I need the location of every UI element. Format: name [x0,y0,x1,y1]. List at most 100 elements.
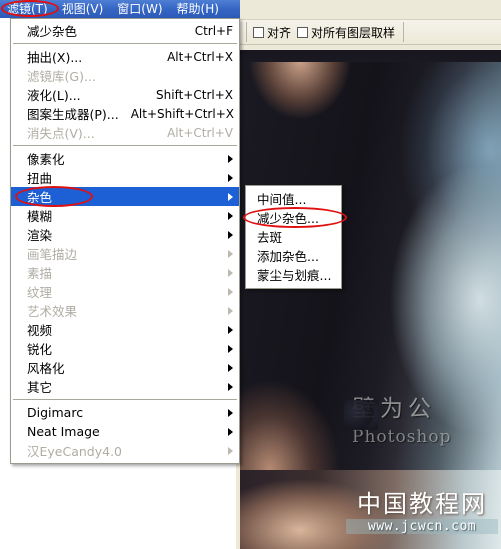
submenu-item-label: 蒙尘与划痕... [257,268,332,283]
submenu-arrow-icon [228,344,233,353]
menu-item-label: 液化(L)... [27,88,81,103]
menu-item-label: 渲染 [27,228,53,243]
menu-item-label: 锐化 [27,342,53,357]
submenu-item-label: 中间值... [257,192,307,207]
menu-item-label: 像素化 [27,152,65,167]
menubar-filter[interactable]: 滤镜(T) [0,0,55,18]
menu-item-label: 纹理 [27,285,53,300]
menu-item: 纹理 [11,282,239,301]
menu-item-shortcut: Alt+Ctrl+V [167,125,233,140]
menu-item[interactable]: 杂色 [11,187,239,206]
menu-item-label: 杂色 [27,190,53,205]
menu-item[interactable]: 模糊 [11,206,239,225]
submenu-arrow-icon [228,408,233,417]
menu-item-label: Neat Image [27,424,100,439]
menu-item: 滤镜库(G)... [11,66,239,85]
submenu-item[interactable]: 添加杂色... [246,246,341,265]
menu-item-label: 抽出(X)... [27,50,83,65]
submenu-arrow-icon [228,211,233,220]
sample-all-layers-label: 对所有图层取样 [311,25,396,40]
filter-dropdown-menu[interactable]: 减少杂色 Ctrl+F 抽出(X)... Alt+Ctrl+X 滤镜库(G)... 液化(… [10,18,240,464]
submenu-arrow-icon [228,363,233,372]
menu-item-label: 图案生成器(P)... [27,107,119,122]
menu-bar: 滤镜(T) 视图(V) 窗口(W) 帮助(H) [0,0,240,18]
menu-item[interactable]: 其它 [11,377,239,396]
submenu-arrow-icon [228,249,233,258]
menu-separator [13,43,237,44]
menu-item[interactable]: 风格化 [11,358,239,377]
menu-item[interactable]: Neat Image [11,422,239,441]
menu-item[interactable]: 视频 [11,320,239,339]
menu-item[interactable]: Digimarc [11,403,239,422]
menu-item[interactable]: 抽出(X)... Alt+Ctrl+X [11,47,239,66]
submenu-item[interactable]: 去斑 [246,227,341,246]
menu-item[interactable]: 扭曲 [11,168,239,187]
submenu-arrow-icon [228,325,233,334]
menu-item-label: 汉EyeCandy4.0 [27,444,123,459]
checkbox-icon[interactable] [297,26,309,38]
menu-item-label: Digimarc [27,405,84,420]
menubar-item-label: 滤镜(T) [7,2,48,16]
menu-item-label: 减少杂色 [27,24,78,39]
menu-item: 汉EyeCandy4.0 [11,441,239,460]
checkbox-icon[interactable] [253,26,264,38]
submenu-arrow-icon [228,230,233,239]
submenu-item[interactable]: 减少杂色... [246,208,341,227]
menubar-view[interactable]: 视图(V) [55,0,111,18]
submenu-item-label: 添加杂色... [257,249,319,264]
menu-item-shortcut: Alt+Ctrl+X [167,49,233,64]
menu-item-label: 视频 [27,323,53,338]
noise-submenu[interactable]: 中间值... 减少杂色... 去斑添加杂色... 蒙尘与划痕... [245,185,342,289]
submenu-arrow-icon [228,268,233,277]
menu-item-label: 素描 [27,266,53,281]
menu-separator [13,145,237,146]
menubar-window[interactable]: 窗口(W) [110,0,169,18]
align-checkbox[interactable]: 对齐 [253,24,291,41]
menu-item-label: 扭曲 [27,171,53,186]
menu-item: 消失点(V)... Alt+Ctrl+V [11,123,239,142]
submenu-item[interactable]: 中间值... [246,189,341,208]
photoshop-window: 壁为公 Photoshop 中国教程网 www.jcwcn.com 对齐 对所有… [0,0,501,549]
submenu-arrow-icon [228,306,233,315]
submenu-arrow-icon [228,154,233,163]
submenu-arrow-icon [228,427,233,436]
menu-item[interactable]: 渲染 [11,225,239,244]
menu-item: 素描 [11,263,239,282]
photo-bottom-region [240,470,501,549]
menu-item-shortcut: Shift+Ctrl+X [156,87,233,102]
sample-all-layers-checkbox[interactable]: 对所有图层取样 [297,24,395,41]
menu-item-shortcut: Alt+Shift+Ctrl+X [130,106,234,121]
menu-separator [13,399,237,400]
submenu-arrow-icon [228,446,233,455]
submenu-item-label: 减少杂色... [257,211,319,226]
menu-item: 艺术效果 [11,301,239,320]
menu-item-label: 滤镜库(G)... [27,69,96,84]
menu-item-label: 画笔描边 [27,247,78,262]
submenu-arrow-icon [228,192,233,201]
menubar-item-label: 视图(V) [61,2,104,16]
options-toolbar-row: 对齐 对所有图层取样 [240,19,501,45]
menubar-item-label: 窗口(W) [117,2,163,16]
menu-item-label: 风格化 [27,361,65,376]
menubar-help[interactable]: 帮助(H) [170,0,226,18]
submenu-item-label: 去斑 [257,230,283,245]
menu-item: 画笔描边 [11,244,239,263]
menu-item-label: 模糊 [27,209,53,224]
menu-item-label: 艺术效果 [27,304,78,319]
menu-item[interactable]: 图案生成器(P)... Alt+Shift+Ctrl+X [11,104,239,123]
submenu-item[interactable]: 蒙尘与划痕... [246,265,341,284]
submenu-arrow-icon [228,173,233,182]
options-toolbar: 对齐 对所有图层取样 [240,0,501,50]
menu-item[interactable]: 锐化 [11,339,239,358]
submenu-arrow-icon [228,382,233,391]
toolbar-separator [403,22,405,42]
menu-item[interactable]: 减少杂色 Ctrl+F [11,21,239,40]
menubar-item-label: 帮助(H) [176,2,219,16]
align-checkbox-label: 对齐 [267,25,292,40]
menu-item-label: 消失点(V)... [27,126,95,141]
submenu-arrow-icon [228,287,233,296]
menu-item[interactable]: 液化(L)... Shift+Ctrl+X [11,85,239,104]
menu-item-label: 其它 [27,380,53,395]
menu-item[interactable]: 像素化 [11,149,239,168]
menu-item-shortcut: Ctrl+F [194,23,233,38]
